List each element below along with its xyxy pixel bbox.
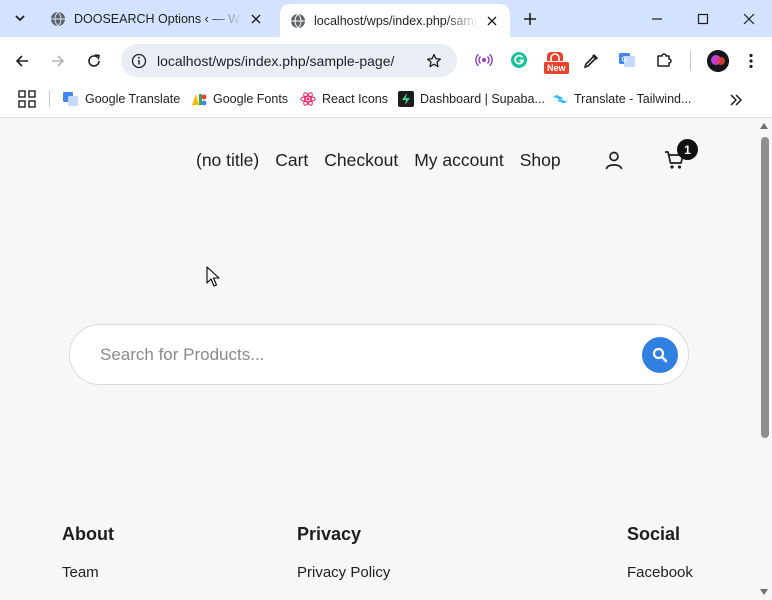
- site-navigation: (no title) Cart Checkout My account Shop: [196, 150, 577, 171]
- avatar-icon: [707, 50, 729, 72]
- bookmark-react-icons[interactable]: React Icons: [300, 89, 388, 109]
- close-window-button[interactable]: [726, 0, 772, 37]
- nav-link-no-title[interactable]: (no title): [196, 150, 259, 171]
- maximize-icon: [697, 13, 709, 24]
- url-input[interactable]: [157, 52, 423, 69]
- bookmark-translate-tailwind[interactable]: Translate - Tailwind...: [552, 89, 691, 109]
- profile-avatar[interactable]: [707, 50, 729, 72]
- google-translate-icon: [63, 92, 78, 106]
- tab-strip: DOOSEARCH Options ‹ — WordPress localhos…: [0, 0, 772, 37]
- bookmark-label: React Icons: [322, 92, 389, 106]
- new-badge: New: [543, 61, 570, 75]
- new-tab-button[interactable]: [519, 8, 541, 30]
- footer-link-facebook[interactable]: Facebook: [627, 564, 693, 581]
- maximize-button[interactable]: [680, 0, 726, 37]
- scrollbar-thumb[interactable]: [761, 137, 769, 438]
- globe-icon: [291, 13, 305, 28]
- scroll-down-arrow-icon[interactable]: [760, 589, 768, 595]
- nav-link-my-account[interactable]: My account: [414, 150, 503, 171]
- minimize-icon: [652, 17, 662, 20]
- footer-privacy: Privacy Privacy Policy: [297, 524, 390, 581]
- arrow-left-icon: [15, 55, 28, 67]
- double-chevron-right-icon[interactable]: [727, 91, 745, 109]
- bookmark-label: Translate - Tailwind...: [574, 92, 692, 106]
- reload-icon: [88, 54, 100, 67]
- user-account-icon[interactable]: [604, 150, 624, 170]
- bookmarks-separator: [49, 91, 50, 107]
- cart-count-badge: 1: [677, 139, 698, 160]
- bookmark-google-translate[interactable]: Google Translate: [63, 89, 180, 109]
- address-bar[interactable]: [121, 44, 457, 77]
- bookmark-label: Google Translate: [85, 92, 181, 106]
- apps-grid-icon[interactable]: [18, 90, 36, 108]
- bookmarks-bar: Google Translate Google Fonts React Icon…: [0, 84, 772, 118]
- bookmark-supabase-dashboard[interactable]: Dashboard | Supaba...: [398, 89, 545, 109]
- product-search-bar: [69, 324, 689, 385]
- extension-google-translate[interactable]: G: [616, 49, 638, 71]
- google-fonts-icon: [192, 94, 207, 106]
- footer-social: Social Facebook: [627, 524, 693, 581]
- footer-heading: Privacy: [297, 524, 362, 544]
- grammarly-icon: [511, 52, 527, 68]
- search-button[interactable]: [642, 336, 678, 373]
- svg-text:G: G: [622, 57, 628, 64]
- footer-about: About Team: [62, 524, 114, 581]
- product-search-input[interactable]: [100, 344, 642, 365]
- bookmark-star-button[interactable]: [423, 50, 445, 72]
- tab-title: localhost/wps/index.php/sample-page/: [314, 13, 478, 28]
- nav-link-checkout[interactable]: Checkout: [324, 150, 398, 171]
- puzzle-icon: [657, 53, 672, 67]
- footer-link-team[interactable]: Team: [62, 564, 114, 581]
- back-button[interactable]: [9, 48, 35, 74]
- star-icon: [426, 53, 442, 67]
- minimize-button[interactable]: [634, 0, 680, 37]
- nav-link-shop[interactable]: Shop: [520, 150, 561, 171]
- globe-icon: [51, 11, 65, 26]
- nav-link-cart[interactable]: Cart: [275, 150, 308, 171]
- page-scrollbar[interactable]: [757, 119, 772, 600]
- broadcast-icon: [475, 53, 493, 67]
- google-translate-icon: G: [619, 53, 635, 67]
- supabase-icon: [398, 91, 414, 107]
- bookmark-google-fonts[interactable]: Google Fonts: [191, 89, 288, 109]
- tab-sample-page[interactable]: localhost/wps/index.php/sample-page/: [280, 4, 510, 37]
- footer-link-privacy-policy[interactable]: Privacy Policy: [297, 564, 390, 581]
- tab-doosearch-options[interactable]: DOOSEARCH Options ‹ — WordPress: [40, 4, 274, 33]
- web-page: (no title) Cart Checkout My account Shop…: [0, 119, 757, 600]
- search-icon: [652, 347, 668, 362]
- scroll-up-arrow-icon[interactable]: [760, 123, 768, 129]
- close-icon: [251, 14, 261, 23]
- bookmark-label: Google Fonts: [213, 92, 289, 106]
- arrow-right-icon: [52, 55, 65, 67]
- tab-close-button[interactable]: [484, 13, 500, 29]
- tab-close-button[interactable]: [248, 11, 264, 27]
- bookmark-label: Dashboard | Supaba...: [420, 92, 545, 106]
- forward-button[interactable]: [45, 48, 71, 74]
- browser-menu-button[interactable]: [738, 48, 764, 74]
- reload-button[interactable]: [81, 48, 107, 74]
- extension-grammarly[interactable]: [508, 49, 530, 71]
- tab-search-button[interactable]: [6, 5, 34, 31]
- mouse-cursor-icon: [206, 266, 220, 287]
- footer-heading: About: [62, 524, 114, 544]
- chevron-down-icon: [15, 15, 25, 22]
- close-icon: [743, 13, 755, 24]
- browser-toolbar: New G: [0, 37, 772, 84]
- extension-color-picker[interactable]: [581, 49, 603, 71]
- extensions-button[interactable]: [653, 49, 675, 71]
- tab-title: DOOSEARCH Options ‹ — WordPress: [74, 11, 242, 26]
- close-icon: [487, 16, 497, 25]
- eyedropper-icon: [583, 54, 598, 69]
- kebab-menu-icon: [749, 53, 753, 69]
- extension-broadcast[interactable]: [473, 49, 495, 71]
- toolbar-divider: [690, 51, 691, 71]
- react-icon: [300, 92, 316, 106]
- tailwind-icon: [553, 95, 567, 104]
- plus-icon: [524, 13, 536, 25]
- footer-heading: Social: [627, 524, 681, 544]
- site-info-icon[interactable]: [131, 53, 147, 69]
